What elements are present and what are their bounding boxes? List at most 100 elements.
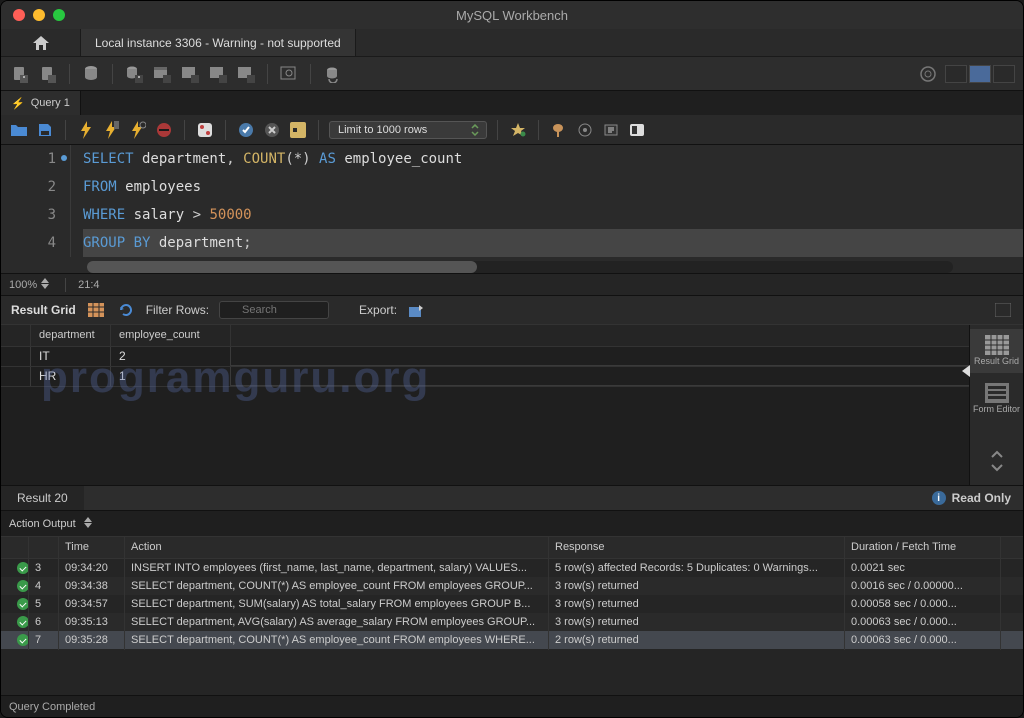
- create-schema-button[interactable]: [123, 63, 145, 85]
- panel-bottom-toggle[interactable]: [969, 65, 991, 83]
- result-grid-view-icon[interactable]: [86, 300, 106, 320]
- connection-tab-label: Local instance 3306 - Warning - not supp…: [95, 36, 341, 50]
- snippets-button[interactable]: [627, 120, 647, 140]
- row-response: 2 row(s) returned: [549, 630, 845, 650]
- filter-rows-input[interactable]: [219, 301, 329, 319]
- reconnect-button[interactable]: [321, 63, 343, 85]
- row-response: 3 row(s) returned: [549, 576, 845, 596]
- success-icon: [17, 562, 29, 574]
- output-type-select[interactable]: Action Output: [9, 517, 96, 531]
- app-window: MySQL Workbench Local instance 3306 - Wa…: [0, 0, 1024, 718]
- execute-current-button[interactable]: [102, 120, 122, 140]
- output-row[interactable]: 709:35:28SELECT department, COUNT(*) AS …: [1, 631, 1023, 649]
- row-limit-select[interactable]: Limit to 1000 rows: [329, 121, 487, 139]
- row-action: INSERT INTO employees (first_name, last_…: [125, 558, 549, 578]
- settings-gear-icon[interactable]: [917, 63, 939, 85]
- col-action[interactable]: Action: [125, 537, 549, 558]
- beautify-button[interactable]: [508, 120, 528, 140]
- editor-h-scrollbar[interactable]: [87, 261, 953, 273]
- row-index: 5: [29, 594, 59, 614]
- row-response: 3 row(s) returned: [549, 612, 845, 632]
- connection-tab[interactable]: Local instance 3306 - Warning - not supp…: [81, 29, 356, 56]
- row-index: 7: [29, 630, 59, 650]
- save-file-button[interactable]: [35, 120, 55, 140]
- zoom-level: 100%: [9, 279, 37, 291]
- minimize-window-button[interactable]: [33, 9, 45, 21]
- select-arrows-icon: [470, 124, 482, 136]
- rollback-button[interactable]: [262, 120, 282, 140]
- output-table: Time Action Response Duration / Fetch Ti…: [1, 537, 1023, 649]
- col-time[interactable]: Time: [59, 537, 125, 558]
- result-area: department employee_count programguru.or…: [1, 325, 1023, 485]
- cell[interactable]: HR: [31, 367, 111, 386]
- output-row[interactable]: 309:34:20INSERT INTO employees (first_na…: [1, 559, 1023, 577]
- row-time: 09:34:20: [59, 558, 125, 578]
- output-row[interactable]: 409:34:38SELECT department, COUNT(*) AS …: [1, 577, 1023, 595]
- toggle-autocommit-button[interactable]: [195, 120, 215, 140]
- result-grid-tab[interactable]: Result Grid: [970, 329, 1023, 373]
- row-time: 09:35:13: [59, 612, 125, 632]
- cell[interactable]: IT: [31, 347, 111, 366]
- panel-view-switcher: [945, 65, 1015, 83]
- line-number: 1: [48, 151, 56, 167]
- col-response[interactable]: Response: [549, 537, 845, 558]
- code-content[interactable]: SELECT department, COUNT(*) AS employee_…: [71, 145, 1023, 257]
- side-tab-label: Result Grid: [974, 357, 1019, 367]
- query-tab[interactable]: ⚡ Query 1: [1, 91, 81, 115]
- nav-updown[interactable]: [970, 443, 1023, 479]
- output-row[interactable]: 609:35:13SELECT department, AVG(salary) …: [1, 613, 1023, 631]
- cell[interactable]: 2: [111, 347, 231, 366]
- column-header[interactable]: department: [31, 325, 111, 346]
- inspector-button[interactable]: [80, 63, 102, 85]
- output-header: Action Output: [1, 511, 1023, 537]
- export-label: Export:: [359, 303, 397, 317]
- zoom-stepper[interactable]: [41, 278, 53, 292]
- sql-editor[interactable]: 1 2 3 4 SELECT department, COUNT(*) AS e…: [1, 145, 1023, 273]
- open-sql-script-button[interactable]: [37, 63, 59, 85]
- cell[interactable]: 1: [111, 367, 231, 386]
- output-row[interactable]: 509:34:57SELECT department, SUM(salary) …: [1, 595, 1023, 613]
- editor-status-bar: 100% 21:4: [1, 273, 1023, 295]
- new-sql-tab-button[interactable]: [9, 63, 31, 85]
- create-view-button[interactable]: [179, 63, 201, 85]
- wrap-button[interactable]: [601, 120, 621, 140]
- panel-left-toggle[interactable]: [945, 65, 967, 83]
- form-editor-tab[interactable]: Form Editor: [970, 377, 1023, 421]
- result-grid[interactable]: department employee_count programguru.or…: [1, 325, 969, 485]
- commit-button[interactable]: [236, 120, 256, 140]
- explain-button[interactable]: [128, 120, 148, 140]
- titlebar: MySQL Workbench: [1, 1, 1023, 29]
- window-controls: [1, 9, 65, 21]
- line-number: 3: [1, 201, 56, 229]
- row-duration: 0.00063 sec / 0.000...: [845, 612, 1001, 632]
- toggle-whitespace-button[interactable]: [288, 120, 308, 140]
- create-procedure-button[interactable]: [207, 63, 229, 85]
- find-button[interactable]: [549, 120, 569, 140]
- window-title: MySQL Workbench: [456, 8, 568, 23]
- result-grid-label: Result Grid: [11, 303, 76, 317]
- col-duration[interactable]: Duration / Fetch Time: [845, 537, 1001, 558]
- open-file-button[interactable]: [9, 120, 29, 140]
- execute-button[interactable]: [76, 120, 96, 140]
- invisible-chars-button[interactable]: [575, 120, 595, 140]
- result-panel-toggle[interactable]: [993, 300, 1013, 320]
- row-duration: 0.0016 sec / 0.00000...: [845, 576, 1001, 596]
- side-tab-label: Form Editor: [973, 405, 1020, 415]
- result-tab[interactable]: Result 20: [1, 486, 84, 510]
- create-table-button[interactable]: [151, 63, 173, 85]
- stop-button[interactable]: [154, 120, 174, 140]
- export-button[interactable]: [407, 300, 427, 320]
- search-table-button[interactable]: [278, 63, 300, 85]
- readonly-label: Read Only: [952, 491, 1011, 505]
- editor-toolbar: Limit to 1000 rows: [1, 115, 1023, 145]
- maximize-window-button[interactable]: [53, 9, 65, 21]
- panel-right-toggle[interactable]: [993, 65, 1015, 83]
- column-header[interactable]: employee_count: [111, 325, 231, 346]
- refresh-button[interactable]: [116, 300, 136, 320]
- home-button[interactable]: [1, 29, 81, 56]
- result-side-tabs: Result Grid Form Editor: [969, 325, 1023, 485]
- result-toolbar: Result Grid Filter Rows: 🔍 Export:: [1, 295, 1023, 325]
- close-window-button[interactable]: [13, 9, 25, 21]
- grid-icon: [985, 335, 1009, 355]
- create-function-button[interactable]: [235, 63, 257, 85]
